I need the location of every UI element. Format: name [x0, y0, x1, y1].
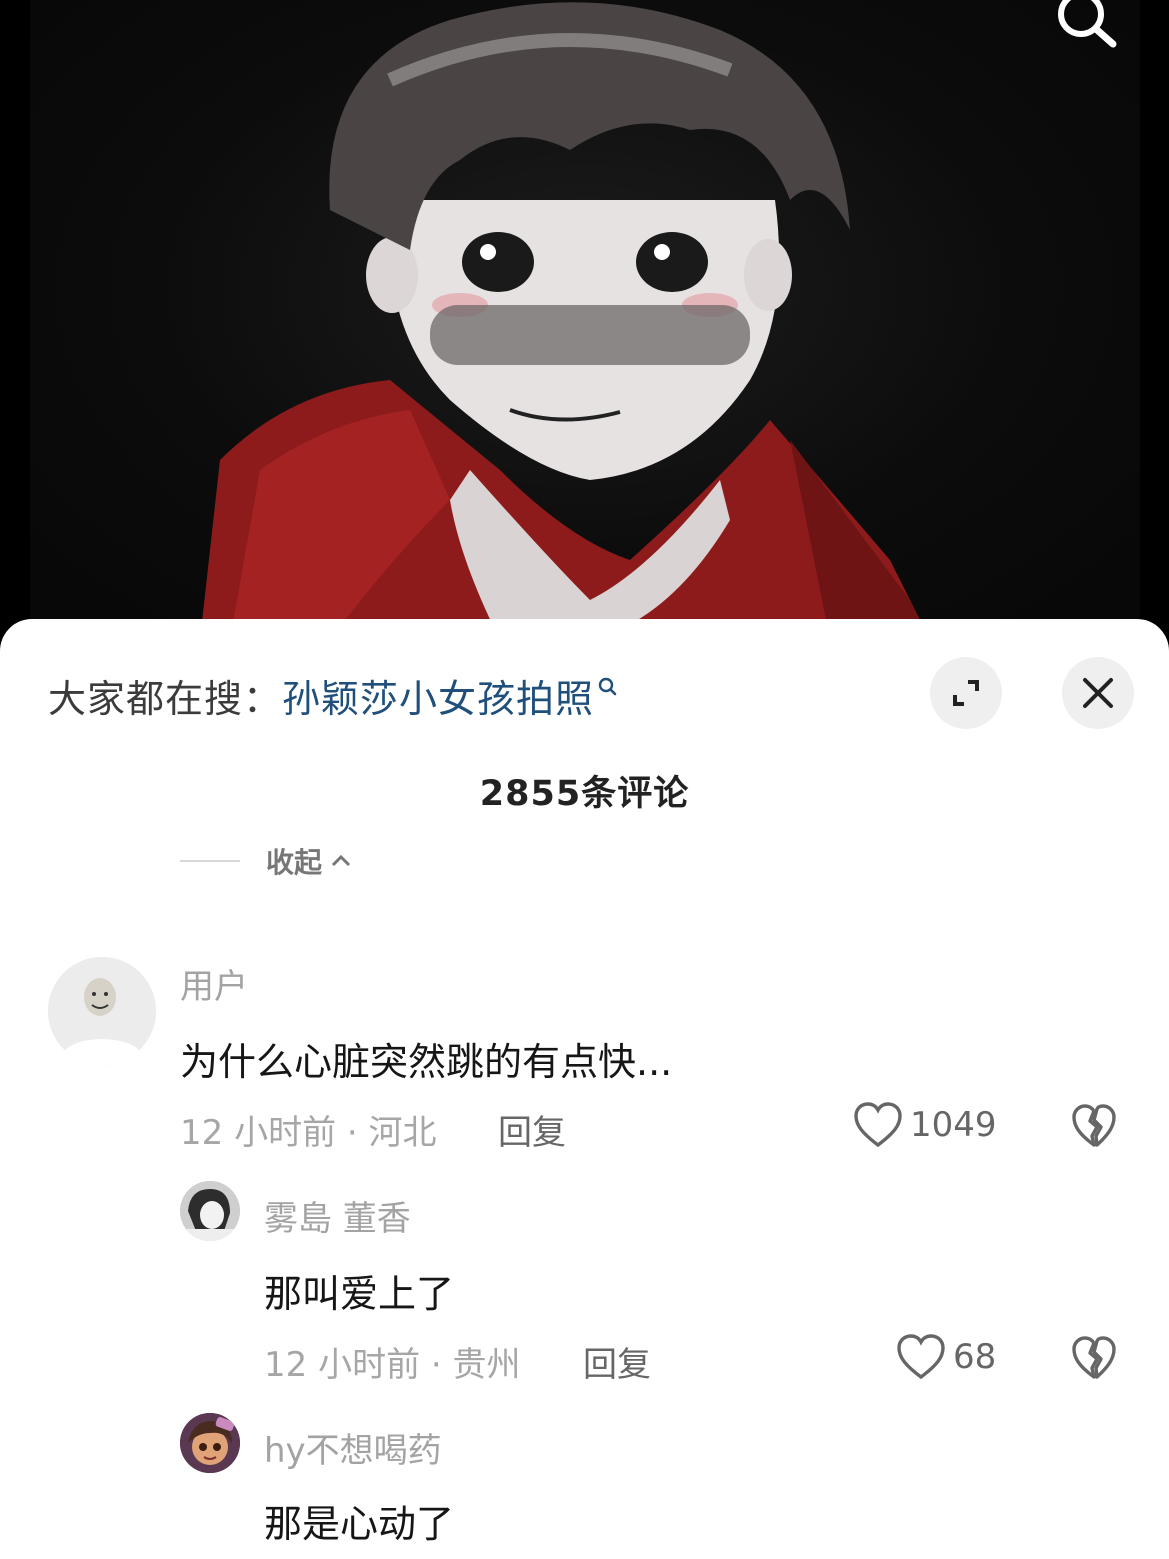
media-viewer[interactable]: [0, 0, 1169, 640]
meme-face-avatar-icon: [48, 957, 156, 1065]
chevron-up-icon: [331, 854, 351, 867]
portrait-illustration: [200, 2, 930, 640]
avatar[interactable]: [180, 1413, 240, 1473]
avatar[interactable]: [180, 1181, 240, 1241]
reply-time-location: 12 小时前 · 贵州: [264, 1345, 521, 1385]
collapse-replies-button[interactable]: 收起: [180, 841, 352, 881]
trending-search-bar: 大家都在搜： 孙颖莎小女孩拍照: [48, 667, 618, 723]
like-button[interactable]: 1049: [852, 1101, 997, 1149]
like-count: 1049: [910, 1105, 997, 1145]
dislike-button[interactable]: [1070, 1103, 1118, 1153]
search-button[interactable]: [1051, 0, 1121, 52]
trending-search-link[interactable]: 孙颖莎小女孩拍照: [282, 668, 594, 723]
reply-button[interactable]: 回复: [583, 1337, 651, 1386]
heart-icon: [854, 1102, 902, 1148]
search-icon: [1058, 0, 1117, 48]
comment-count: 2855条评论: [479, 774, 690, 814]
artwork-image: [30, 0, 1140, 640]
like-count: 68: [953, 1337, 997, 1377]
divider: [180, 860, 240, 862]
reply-text: 那叫爱上了: [264, 1272, 455, 1316]
reply-username[interactable]: 雾島 董香: [264, 1191, 411, 1240]
close-button[interactable]: [1062, 657, 1134, 729]
search-icon[interactable]: [598, 677, 618, 699]
reply-text: 那是心动了: [264, 1502, 455, 1546]
expand-icon: [953, 680, 979, 706]
trending-search-prefix: 大家都在搜：: [48, 676, 283, 721]
broken-heart-icon: [1072, 1104, 1116, 1147]
cartoon-avatar-icon: [180, 1413, 240, 1473]
comment-time-location: 12 小时前 · 河北: [180, 1113, 437, 1153]
reply-username[interactable]: hy不想喝药: [264, 1423, 442, 1472]
reply-button[interactable]: 回复: [498, 1105, 566, 1154]
collapse-label: 收起: [266, 846, 323, 879]
comment-text: 为什么心脏突然跳的有点快...: [180, 1040, 673, 1084]
heart-icon: [897, 1334, 945, 1380]
comment-username[interactable]: 用户: [180, 959, 248, 1008]
avatar[interactable]: [48, 957, 156, 1065]
close-icon: [1083, 678, 1113, 708]
anime-avatar-icon: [180, 1181, 240, 1241]
comment-sheet: 大家都在搜： 孙颖莎小女孩拍照 2855条评论 收起 用户 为什么心脏突然跳的有…: [0, 619, 1169, 1559]
dislike-button[interactable]: [1070, 1335, 1118, 1385]
like-button[interactable]: 68: [895, 1333, 996, 1381]
expand-button[interactable]: [930, 657, 1002, 729]
broken-heart-icon: [1072, 1336, 1116, 1379]
